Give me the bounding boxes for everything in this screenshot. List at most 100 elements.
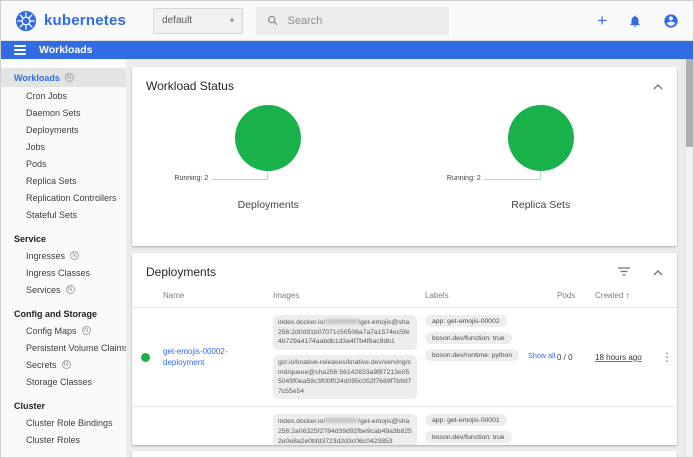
table-row-name: get-emojis-00001-deployment	[159, 407, 269, 445]
label-chip: boson.dev/function: true	[425, 431, 512, 443]
table-row-created: 19 hours ago	[591, 407, 655, 445]
table-row-actions: ⋮	[655, 308, 677, 407]
table-row-status	[132, 407, 159, 445]
chevron-up-icon	[653, 84, 663, 90]
deployments-title: Deployments	[146, 265, 216, 279]
sidebar-section-cluster: Cluster	[1, 397, 126, 414]
namespaced-badge: N	[65, 73, 74, 82]
filter-button[interactable]	[618, 263, 630, 281]
sidebar-item-workloads[interactable]: Workloads N	[1, 68, 126, 87]
workload-status-charts: Running: 2 Deployments Running: 2 Replic…	[132, 102, 677, 232]
deployments-card: Deployments	[132, 253, 677, 445]
label-chip: boson.dev/function: true	[425, 332, 512, 344]
top-app-bar: kubernetes default ▾ +	[1, 1, 693, 41]
sidebar-item-storage-classes[interactable]: Storage Classes	[1, 373, 126, 390]
sidebar-item-persistent-volume-claims[interactable]: Persistent Volume Claims N	[1, 339, 126, 356]
column-created[interactable]: Created↑	[591, 288, 655, 308]
sidebar-item-cluster-roles[interactable]: Cluster Roles	[1, 431, 126, 448]
create-resource-button[interactable]: +	[597, 12, 607, 29]
sidebar-item-pods[interactable]: Pods	[1, 155, 126, 172]
column-status	[132, 288, 159, 308]
search-box[interactable]	[256, 7, 449, 35]
show-all-labels-link[interactable]: Show all	[528, 351, 555, 360]
column-pods[interactable]: Pods	[553, 288, 591, 308]
workload-status-title: Workload Status	[146, 79, 234, 93]
search-input[interactable]	[288, 15, 439, 27]
sidebar-item-cluster-role-bindings[interactable]: Cluster Role Bindings	[1, 414, 126, 431]
search-icon	[267, 14, 278, 27]
namespace-value: default	[162, 15, 192, 26]
user-account-button[interactable]	[663, 13, 679, 29]
column-labels[interactable]: Labels	[421, 288, 553, 308]
sidebar-item-deployments[interactable]: Deployments	[1, 121, 126, 138]
kubernetes-logo[interactable]: kubernetes	[15, 10, 126, 32]
user-icon	[663, 13, 679, 29]
deployments-table: Name Images Labels Pods Created↑ get-emo…	[132, 288, 677, 445]
column-name[interactable]: Name	[159, 288, 269, 308]
sidebar-item-services[interactable]: Services N	[1, 281, 126, 298]
sidebar-item-daemon-sets[interactable]: Daemon Sets	[1, 104, 126, 121]
sidebar-item-config-maps[interactable]: Config Maps N	[1, 322, 126, 339]
sidebar-item-secrets[interactable]: Secrets N	[1, 356, 126, 373]
menu-toggle-button[interactable]	[14, 45, 26, 55]
sidebar-item-ingresses[interactable]: Ingresses N	[1, 247, 126, 264]
vertical-scrollbar[interactable]	[684, 59, 693, 458]
sidebar-section-config-storage: Config and Storage	[1, 305, 126, 322]
table-row-pods: 0 / 0	[553, 407, 591, 445]
column-images[interactable]: Images	[269, 288, 421, 308]
workload-status-card: Workload Status Running: 2	[132, 67, 677, 246]
collapse-card-button[interactable]	[653, 77, 663, 95]
label-chip: app: get-emojis-00001	[425, 414, 507, 426]
replica-sets-pie-chart: Running: 2 Replica Sets	[405, 102, 678, 232]
sidebar-item-label: Workloads	[14, 73, 60, 83]
label-chip: app: get-emojis-00002	[425, 315, 507, 327]
redacted-text	[325, 418, 358, 423]
namespace-selector[interactable]: default ▾	[153, 8, 243, 34]
pie-running-slice	[235, 105, 301, 171]
row-actions-menu-button[interactable]: ⋮	[659, 350, 675, 364]
sidebar-item-jobs[interactable]: Jobs	[1, 138, 126, 155]
namespaced-badge: N	[62, 360, 71, 369]
hamburger-icon	[14, 45, 26, 47]
namespaced-badge: N	[66, 285, 75, 294]
sidebar-section-service: Service	[1, 230, 126, 247]
sidebar-item-cron-jobs[interactable]: Cron Jobs	[1, 87, 126, 104]
topbar-actions: +	[597, 12, 679, 29]
status-running-icon	[141, 353, 150, 362]
relative-timestamp: 18 hours ago	[595, 353, 642, 362]
legend-connector-line	[211, 171, 268, 180]
table-row-created: 18 hours ago	[591, 308, 655, 407]
table-row-actions: ⋮	[655, 407, 677, 445]
sidebar-item-stateful-sets[interactable]: Stateful Sets	[1, 206, 126, 223]
table-row-labels: app: get-emojis-00001 boson.dev/function…	[421, 407, 553, 445]
table-row-images: index.docker.io//get-emojis@sha256:2a063…	[269, 407, 421, 445]
logo-text: kubernetes	[44, 12, 126, 29]
main-content: Workload Status Running: 2	[126, 59, 684, 458]
deployments-pie-chart: Running: 2 Deployments	[132, 102, 405, 232]
notifications-button[interactable]	[628, 14, 642, 28]
sidebar-item-replication-controllers[interactable]: Replication Controllers	[1, 189, 126, 206]
chevron-down-icon: ▾	[230, 16, 234, 25]
table-row-labels: app: get-emojis-00002 boson.dev/function…	[421, 308, 553, 407]
column-actions	[655, 288, 677, 308]
table-row-status	[132, 308, 159, 407]
collapse-card-button[interactable]	[653, 263, 663, 281]
table-row-name: get-emojis-00002-deployment	[159, 308, 269, 407]
next-section-card	[132, 451, 677, 458]
bell-icon	[628, 14, 642, 28]
sidebar-nav: Workloads N Cron Jobs Daemon Sets Deploy…	[1, 59, 126, 458]
image-chip: index.docker.io//get-emojis@sha256:2d0d9…	[273, 315, 417, 350]
pie-running-slice	[508, 105, 574, 171]
legend-connector-line	[484, 171, 541, 180]
page-app-bar: Workloads	[1, 41, 693, 59]
scrollbar-thumb[interactable]	[686, 59, 693, 147]
redacted-text	[325, 319, 358, 324]
page-title: Workloads	[39, 44, 92, 56]
sidebar-item-replica-sets[interactable]: Replica Sets	[1, 172, 126, 189]
namespaced-badge: N	[70, 251, 79, 260]
label-chip: boson.dev/runtime: python	[425, 349, 519, 361]
sidebar-item-ingress-classes[interactable]: Ingress Classes	[1, 264, 126, 281]
pie-legend: Running: 2	[174, 175, 208, 182]
deployment-link[interactable]: get-emojis-00002-deployment	[163, 346, 265, 368]
image-chip: gcr.io/knative-releases/knative.dev/serv…	[273, 355, 417, 400]
